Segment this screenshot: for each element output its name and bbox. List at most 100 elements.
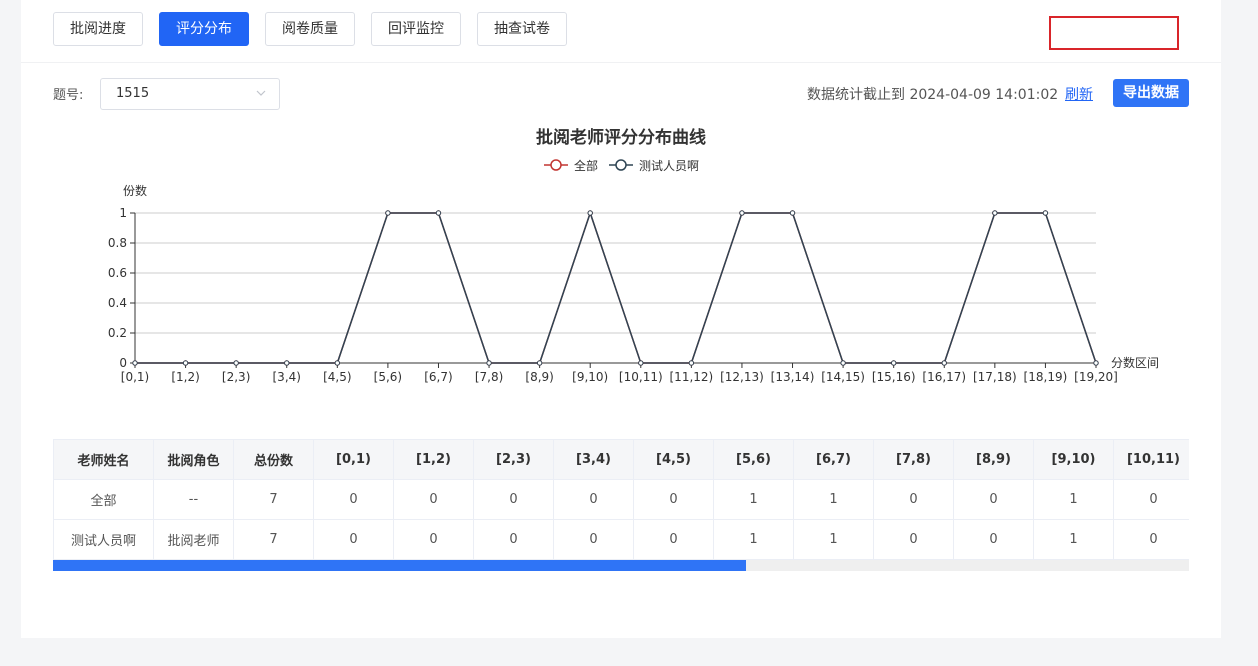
- score-distribution-chart: 批阅老师评分分布曲线全部 测试人员啊份数 0 0.2 0.4 0.6 0.8 1 [0,1) [1…: [108, 127, 1159, 384]
- table-cell: 0: [393, 519, 474, 560]
- table-cell: 批阅老师: [153, 519, 234, 560]
- data-point-1-0: [132, 360, 138, 366]
- x-tick-label-12: [12,13): [720, 370, 764, 384]
- data-point-1-16: [941, 360, 947, 366]
- x-tick-label-10: [10,11): [619, 370, 663, 384]
- table-cell: 0: [473, 479, 554, 520]
- refresh-link[interactable]: 刷新: [1065, 84, 1093, 104]
- data-point-1-18: [1042, 210, 1049, 216]
- table-header-cell: [9,10): [1033, 439, 1114, 480]
- table-cell: 0: [553, 519, 634, 560]
- table-cell: 1: [1033, 479, 1114, 520]
- data-point-1-12: [739, 210, 745, 216]
- table-cell: 0: [393, 479, 474, 520]
- tab-quality[interactable]: 阅卷质量: [265, 12, 355, 46]
- x-tick-label-14: [14,15): [821, 370, 865, 384]
- data-point-1-7: [486, 360, 492, 366]
- table-header-cell: 总份数: [233, 439, 314, 480]
- x-tick-label-9: [9,10): [572, 370, 608, 384]
- export-button[interactable]: 导出数据: [1113, 79, 1189, 107]
- x-axis-label: 分数区间: [1111, 355, 1159, 370]
- x-tick-label-7: [7,8): [475, 370, 503, 384]
- table-header-cell: [2,3): [473, 439, 554, 480]
- table-row: 测试人员啊 批阅老师 7 0 0 0 0 0 1 1 0 0 1 0: [53, 519, 1189, 560]
- data-point-1-11: [688, 360, 695, 366]
- table-cell: 1: [793, 519, 874, 560]
- table-cell: 测试人员啊: [53, 519, 154, 560]
- legend-label-1: 测试人员啊: [639, 158, 699, 173]
- table-header-cell: 批阅角色: [153, 439, 234, 480]
- data-point-1-17: [992, 210, 998, 216]
- table-cell: 0: [873, 519, 954, 560]
- y-tick-label-5: 1: [119, 206, 127, 220]
- question-select-value: 1515: [116, 86, 150, 101]
- x-tick-label-17: [17,18): [973, 370, 1017, 384]
- x-tick-label-2: [2,3): [222, 370, 250, 384]
- distribution-table: 老师姓名 批阅角色 总份数 [0,1) [1,2) [2,3) [3,4) [4,5) [5,6…: [53, 439, 1189, 560]
- table-cell: 0: [473, 519, 554, 560]
- data-point-1-2: [233, 360, 239, 366]
- table-cell: 0: [953, 519, 1034, 560]
- header-divider: [21, 62, 1221, 63]
- question-label: 题号:: [53, 88, 84, 103]
- data-point-1-6: [435, 210, 442, 216]
- data-point-1-14: [840, 360, 846, 366]
- table-cell: 0: [633, 519, 714, 560]
- x-tick-label-1: [1,2): [171, 370, 199, 384]
- x-tick-label-6: [6,7): [424, 370, 452, 384]
- y-tick-label-2: 0.4: [108, 296, 127, 310]
- table-horizontal-scrollbar[interactable]: [53, 560, 1189, 571]
- table-header-cell: [4,5): [633, 439, 714, 480]
- chart-title: 批阅老师评分分布曲线: [536, 127, 706, 148]
- data-point-1-1: [182, 360, 189, 366]
- y-tick-label-4: 0.8: [108, 236, 127, 250]
- data-point-1-5: [385, 210, 391, 216]
- x-tick-label-19: [19,20]: [1074, 370, 1118, 384]
- table-cell: 0: [953, 479, 1034, 520]
- data-point-1-8: [536, 360, 543, 366]
- table-cell: 0: [553, 479, 634, 520]
- legend-label-0: 全部: [574, 158, 598, 173]
- y-tick-label-0: 0: [119, 356, 127, 370]
- data-point-1-15: [890, 360, 897, 366]
- table-row: 全部 -- 7 0 0 0 0 0 1 1 0 0 1 0: [53, 479, 1189, 520]
- table-header-cell: [3,4): [553, 439, 634, 480]
- table-cell: 1: [713, 479, 794, 520]
- table-cell: 7: [233, 519, 314, 560]
- y-axis-label: 份数: [123, 183, 147, 198]
- table-header-cell: [5,6): [713, 439, 794, 480]
- data-point-1-4: [334, 360, 341, 366]
- tab-bar: 批阅进度 评分分布 阅卷质量 回评监控 抽查试卷: [53, 12, 583, 46]
- y-tick-label-3: 0.6: [108, 266, 127, 280]
- tab-score-distribution[interactable]: 评分分布: [159, 12, 249, 46]
- tab-progress[interactable]: 批阅进度: [53, 12, 143, 46]
- table-cell: 0: [313, 479, 394, 520]
- table-header-cell: [6,7): [793, 439, 874, 480]
- x-tick-label-0: [0,1): [121, 370, 149, 384]
- data-point-1-3: [284, 360, 290, 366]
- table-header-cell: [0,1): [313, 439, 394, 480]
- tab-spot-check[interactable]: 抽查试卷: [477, 12, 567, 46]
- table-cell: 全部: [53, 479, 154, 520]
- table-header-cell: 老师姓名: [53, 439, 154, 480]
- table-cell: 0: [313, 519, 394, 560]
- x-tick-label-5: [5,6): [374, 370, 402, 384]
- table-header-cell: [1,2): [393, 439, 474, 480]
- table-header-cell: [7,8): [873, 439, 954, 480]
- data-point-1-19: [1093, 360, 1099, 366]
- x-tick-label-8: [8,9): [525, 370, 553, 384]
- tab-review-monitor[interactable]: 回评监控: [371, 12, 461, 46]
- data-point-1-10: [638, 360, 644, 366]
- scrollbar-thumb[interactable]: [53, 560, 746, 571]
- x-tick-label-4: [4,5): [323, 370, 351, 384]
- x-tick-label-18: [18,19): [1024, 370, 1068, 384]
- legend-marker-1: [615, 159, 627, 171]
- highlight-box: [1049, 16, 1179, 50]
- question-select[interactable]: 1515: [100, 78, 280, 110]
- legend-marker-0: [550, 159, 562, 171]
- x-tick-label-16: [16,17): [922, 370, 966, 384]
- table-cell: 0: [633, 479, 714, 520]
- chevron-down-icon: [256, 90, 266, 96]
- data-point-1-9: [587, 210, 593, 216]
- x-tick-label-13: [13,14): [771, 370, 815, 384]
